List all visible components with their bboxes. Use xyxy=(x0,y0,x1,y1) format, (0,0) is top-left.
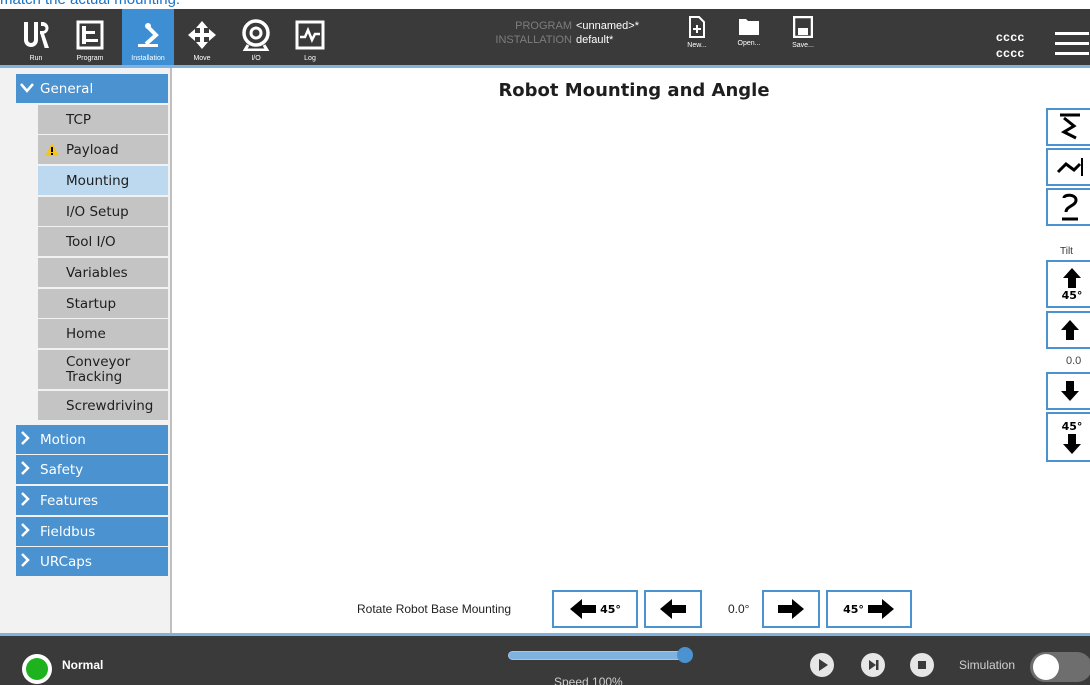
status-indicator-icon[interactable] xyxy=(22,654,52,684)
program-info: PROGRAM <unnamed>* INSTALLATION default* xyxy=(488,19,639,47)
program-icon xyxy=(75,16,105,54)
arrow-down-icon xyxy=(1063,433,1081,454)
new-file-icon xyxy=(689,16,705,38)
stop-button[interactable] xyxy=(910,653,934,677)
sidebar-item-tool-io[interactable]: Tool I/O xyxy=(38,227,168,256)
tilt-label: Tilt xyxy=(1060,246,1073,257)
chevron-right-icon xyxy=(20,491,34,510)
page-title: Robot Mounting and Angle xyxy=(498,80,770,101)
rotate-right-button[interactable] xyxy=(762,590,820,628)
sidebar-item-conveyor-tracking[interactable]: Conveyor Tracking xyxy=(38,350,168,389)
robot-view-side-icon xyxy=(1056,158,1083,176)
sidebar-item-variables[interactable]: Variables xyxy=(38,258,168,287)
sidebar-item-tcp[interactable]: TCP xyxy=(38,105,168,134)
program-key: PROGRAM xyxy=(515,20,572,32)
installation-key: INSTALLATION xyxy=(495,34,572,46)
rotate-left-45-button[interactable]: 45° xyxy=(552,590,638,628)
nav-move[interactable]: Move xyxy=(180,9,224,67)
warning-icon xyxy=(44,142,60,161)
sidebar-item-startup[interactable]: Startup xyxy=(38,289,168,318)
robot-view-top-icon xyxy=(1060,113,1080,140)
nav-installation[interactable]: Installation xyxy=(122,9,174,67)
tilt-up-45-button[interactable]: 45° xyxy=(1046,260,1090,308)
step-icon xyxy=(869,660,879,670)
log-waveform-icon xyxy=(295,16,325,54)
sidebar-category-features[interactable]: Features xyxy=(16,486,168,515)
nav-log[interactable]: Log xyxy=(288,9,332,67)
installation-name: default* xyxy=(576,34,614,46)
ur-logo-icon xyxy=(21,16,51,54)
rotate-value: 0.0° xyxy=(728,602,750,616)
arrow-up-icon xyxy=(1063,267,1081,288)
folder-icon xyxy=(739,19,759,35)
view-robot-front-button[interactable] xyxy=(1046,188,1090,226)
nav-run[interactable]: Run xyxy=(16,9,56,67)
robot-arm-icon xyxy=(132,16,164,54)
arrow-up-icon xyxy=(1061,320,1079,340)
play-button[interactable] xyxy=(810,653,834,677)
arrow-right-icon xyxy=(867,599,894,619)
sidebar-item-screwdriving[interactable]: Screwdriving xyxy=(38,391,168,420)
chevron-right-icon xyxy=(20,522,34,541)
sidebar-item-payload[interactable]: Payload xyxy=(38,135,168,164)
tilt-down-button[interactable] xyxy=(1046,372,1090,410)
program-name: <unnamed>* xyxy=(576,20,639,32)
robot-view-front-icon xyxy=(1062,193,1078,221)
rotate-right-45-button[interactable]: 45° xyxy=(826,590,912,628)
open-file-button[interactable]: Open... xyxy=(727,16,771,64)
rotate-base-label: Rotate Robot Base Mounting xyxy=(357,602,512,616)
sidebar: General TCP Payload Mounting I/O Setup T… xyxy=(0,68,172,636)
app-root: match the actual mounting. Run Program I… xyxy=(0,0,1090,685)
chevron-right-icon xyxy=(20,552,34,571)
new-file-button[interactable]: New... xyxy=(675,16,719,64)
tilt-up-button[interactable] xyxy=(1046,311,1090,349)
sidebar-item-io-setup[interactable]: I/O Setup xyxy=(38,197,168,226)
sidebar-category-motion[interactable]: Motion xyxy=(16,425,168,454)
hamburger-menu-icon[interactable] xyxy=(1055,32,1089,56)
view-robot-side-button[interactable] xyxy=(1046,148,1090,186)
step-button[interactable] xyxy=(861,653,885,677)
sidebar-category-safety[interactable]: Safety xyxy=(16,455,168,484)
speed-label: Speed 100% xyxy=(554,675,623,685)
footer-bar: Normal Speed 100% Simulation xyxy=(0,636,1090,685)
sidebar-category-fieldbus[interactable]: Fieldbus xyxy=(16,517,168,546)
speed-slider-handle[interactable] xyxy=(677,647,693,663)
simulation-label: Simulation xyxy=(959,658,1016,672)
sidebar-item-mounting[interactable]: Mounting xyxy=(38,166,168,195)
status-text: Normal xyxy=(62,658,104,672)
rotate-left-button[interactable] xyxy=(644,590,702,628)
sidebar-item-home[interactable]: Home xyxy=(38,319,168,348)
save-file-button[interactable]: Save... xyxy=(781,16,825,64)
simulation-toggle[interactable] xyxy=(1030,652,1090,682)
arrow-right-icon xyxy=(778,599,804,619)
tilt-down-45-button[interactable]: 45° xyxy=(1046,412,1090,462)
sidebar-category-urcaps[interactable]: URCaps xyxy=(16,547,168,576)
io-gauge-icon xyxy=(240,16,272,54)
chevron-right-icon xyxy=(20,460,34,479)
arrow-down-icon xyxy=(1061,381,1079,401)
stop-icon xyxy=(918,661,926,669)
arrow-left-icon xyxy=(570,599,597,619)
view-robot-top-button[interactable] xyxy=(1046,108,1090,146)
save-disk-icon xyxy=(793,16,813,38)
nav-program[interactable]: Program xyxy=(62,9,118,67)
header-bar: Run Program Installation Move I/O Log PR… xyxy=(0,9,1090,67)
top-text-fragment: match the actual mounting. xyxy=(0,0,180,9)
chevron-down-icon xyxy=(20,81,34,97)
nav-io[interactable]: I/O xyxy=(234,9,278,67)
arrow-left-icon xyxy=(660,599,686,619)
tilt-value: 0.0 xyxy=(1066,355,1082,367)
speed-slider[interactable] xyxy=(508,651,686,660)
play-icon xyxy=(819,659,828,671)
move-arrows-icon xyxy=(187,16,217,54)
robot-name: cccc cccc xyxy=(996,30,1025,60)
chevron-right-icon xyxy=(20,430,34,449)
sidebar-category-general[interactable]: General xyxy=(16,74,168,103)
